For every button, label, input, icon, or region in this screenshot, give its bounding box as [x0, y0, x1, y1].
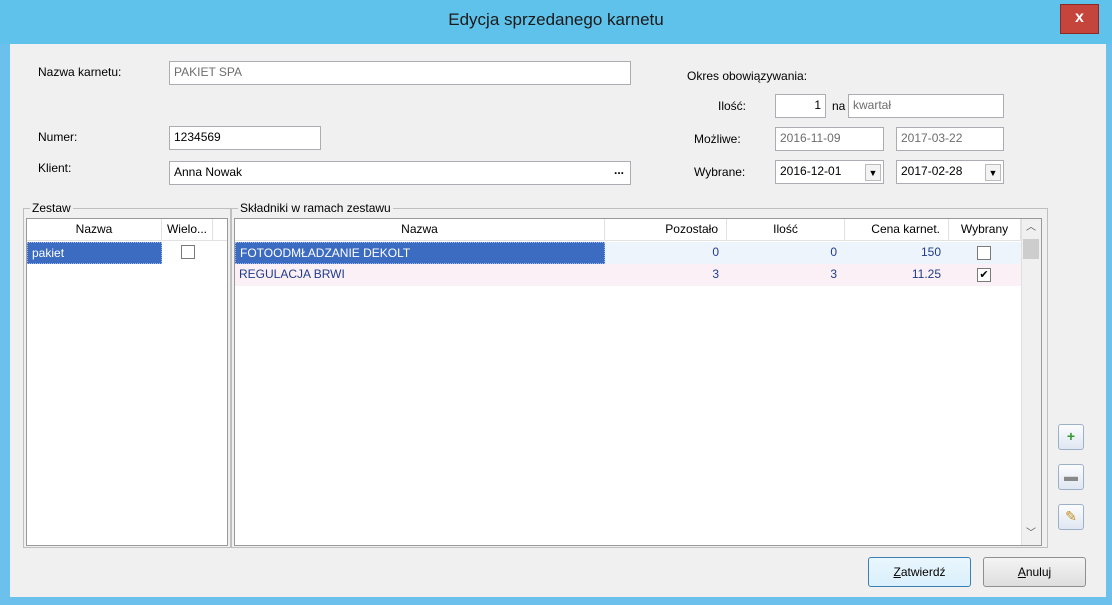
scroll-up-icon[interactable]: ︿: [1022, 219, 1040, 237]
table-row[interactable]: FOTOODMŁADZANIE DEKOLT 0 0 150: [235, 242, 1021, 264]
klient-label: Klient:: [38, 161, 72, 175]
numer-field[interactable]: 1234569: [169, 126, 321, 150]
klient-browse-button[interactable]: ...: [610, 164, 628, 182]
scroll-down-icon[interactable]: ﹀: [1022, 525, 1040, 543]
wybrane-label: Wybrane:: [694, 165, 746, 179]
zestaw-col-wielo[interactable]: Wielo...: [162, 219, 213, 241]
plus-icon: +: [1066, 428, 1076, 444]
table-row[interactable]: REGULACJA BRWI 3 3 11.25 ✔: [235, 264, 1021, 286]
title-bar[interactable]: Edycja sprzedanego karnetu x: [0, 0, 1112, 44]
close-button[interactable]: x: [1060, 4, 1099, 34]
table-row[interactable]: pakiet: [27, 242, 227, 264]
skladniki-col-ilosc[interactable]: Ilość: [727, 219, 845, 241]
ilosc-field[interactable]: 1: [775, 94, 826, 118]
pencil-icon: ✎: [1065, 508, 1077, 524]
zatwierdz-button[interactable]: Zatwierdź: [868, 557, 971, 587]
mozliwe-label: Możliwe:: [694, 132, 741, 146]
dialog-body: Nazwa karnetu: PAKIET SPA Numer: 1234569…: [10, 44, 1106, 597]
add-button[interactable]: +: [1058, 424, 1084, 450]
zestaw-group-title: Zestaw: [30, 201, 73, 215]
wybrane-to-picker[interactable]: 2017-02-28 ▼: [896, 160, 1004, 184]
zestaw-col-nazwa[interactable]: Nazwa: [27, 219, 162, 241]
skladniki-cell-nazwa[interactable]: REGULACJA BRWI: [235, 264, 605, 286]
okres-unit-field[interactable]: kwartał: [848, 94, 1004, 118]
skladniki-col-cena[interactable]: Cena karnet.: [845, 219, 949, 241]
okres-label: Okres obowiązywania:: [687, 69, 808, 83]
chevron-down-icon[interactable]: ▼: [865, 164, 881, 181]
skladniki-cell-pozostalo: 0: [712, 245, 719, 259]
skladniki-col-pozostalo[interactable]: Pozostało: [605, 219, 727, 241]
skladniki-col-wybrany[interactable]: Wybrany: [949, 219, 1021, 241]
nazwa-karnetu-label: Nazwa karnetu:: [38, 65, 122, 79]
numer-label: Numer:: [38, 130, 78, 144]
mozliwe-to-field[interactable]: 2017-03-22: [896, 127, 1004, 151]
remove-button[interactable]: ▬: [1058, 464, 1084, 490]
zestaw-grid: Nazwa Wielo... pakiet: [26, 218, 228, 546]
anuluj-button[interactable]: Anuluj: [983, 557, 1086, 587]
zestaw-cell-nazwa[interactable]: pakiet: [27, 242, 162, 264]
nazwa-karnetu-field[interactable]: PAKIET SPA: [169, 61, 631, 85]
skladniki-group: Składniki w ramach zestawu Nazwa Pozosta…: [231, 201, 1048, 548]
zestaw-grid-header: Nazwa Wielo...: [27, 219, 227, 241]
skladniki-cell-cena: 11.25: [911, 267, 941, 281]
skladniki-cell-cena: 150: [920, 245, 941, 259]
skladniki-cell-pozostalo: 3: [712, 267, 719, 281]
skladniki-cell-nazwa[interactable]: FOTOODMŁADZANIE DEKOLT: [235, 242, 605, 264]
vertical-scrollbar[interactable]: ︿ ﹀: [1021, 219, 1041, 545]
skladniki-grid: Nazwa Pozostało Ilość Cena karnet. Wybra…: [234, 218, 1042, 546]
skladniki-cell-ilosc[interactable]: 0: [727, 242, 845, 264]
skladniki-cell-ilosc[interactable]: 3: [727, 264, 845, 286]
window-title: Edycja sprzedanego karnetu: [448, 10, 664, 29]
skladniki-wybrany-checkbox[interactable]: ✔: [977, 268, 991, 282]
skladniki-group-title: Składniki w ramach zestawu: [238, 201, 393, 215]
skladniki-col-nazwa[interactable]: Nazwa: [235, 219, 605, 241]
zestaw-wielo-checkbox[interactable]: [181, 245, 195, 259]
chevron-down-icon[interactable]: ▼: [985, 164, 1001, 181]
skladniki-grid-header: Nazwa Pozostało Ilość Cena karnet. Wybra…: [235, 219, 1021, 241]
klient-field[interactable]: Anna Nowak ...: [169, 161, 631, 185]
edit-button[interactable]: ✎: [1058, 504, 1084, 530]
skladniki-wybrany-checkbox[interactable]: [977, 246, 991, 260]
wybrane-to-value: 2017-02-28: [901, 164, 963, 178]
wybrane-from-value: 2016-12-01: [780, 164, 842, 178]
mozliwe-from-field[interactable]: 2016-11-09: [775, 127, 884, 151]
ilosc-label: Ilość:: [718, 99, 747, 113]
scroll-thumb[interactable]: [1023, 239, 1039, 259]
wybrane-from-picker[interactable]: 2016-12-01 ▼: [775, 160, 884, 184]
minus-icon: ▬: [1064, 468, 1078, 484]
na-label: na: [832, 99, 846, 113]
dialog-window: Edycja sprzedanego karnetu x Nazwa karne…: [0, 0, 1112, 605]
klient-value: Anna Nowak: [174, 165, 243, 179]
zestaw-group: Zestaw Nazwa Wielo... pakiet: [23, 201, 231, 548]
